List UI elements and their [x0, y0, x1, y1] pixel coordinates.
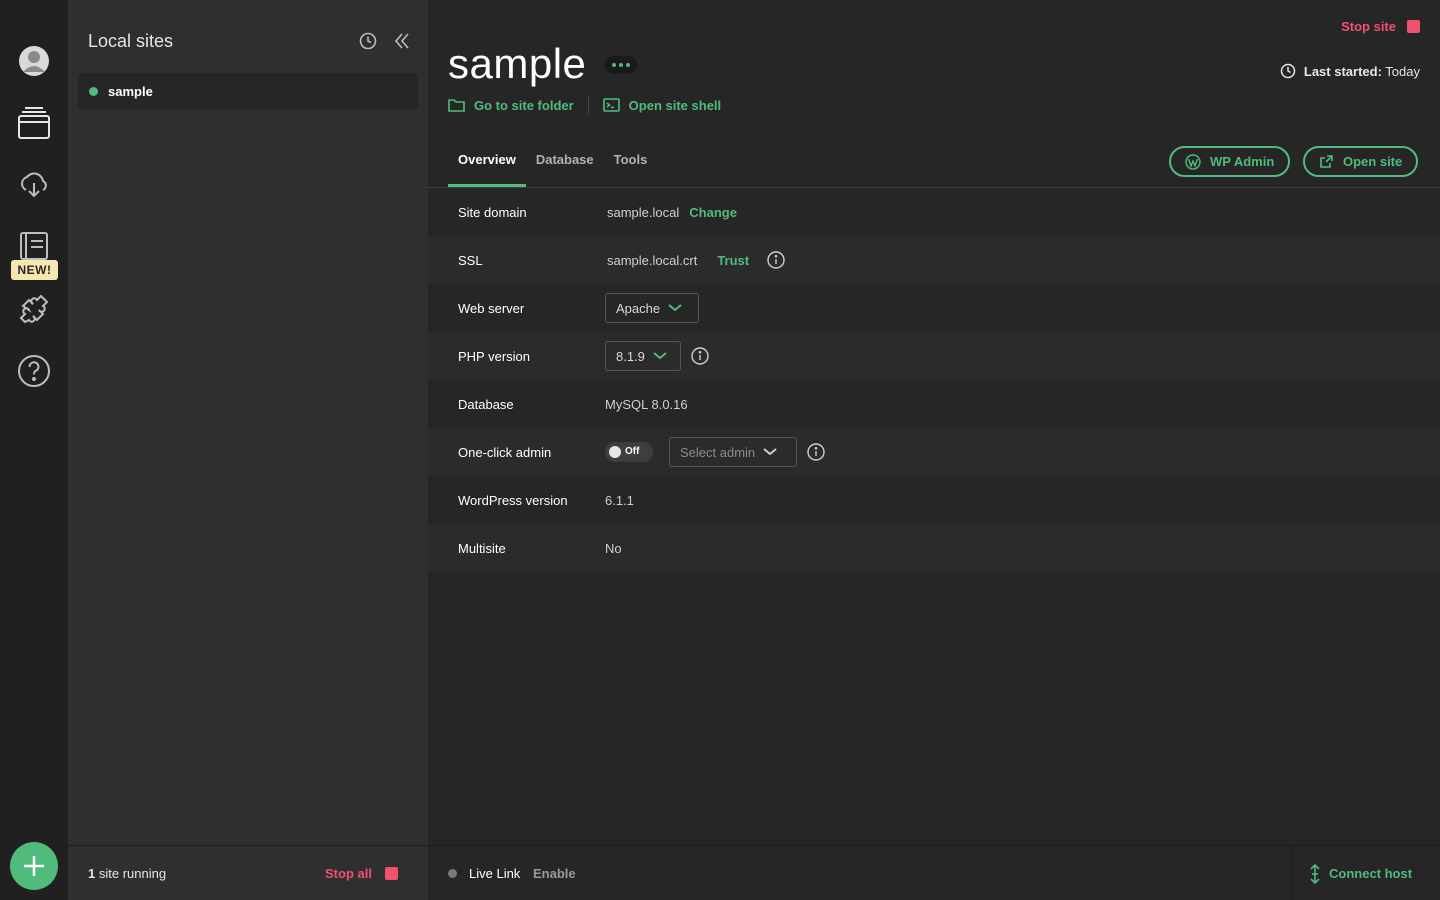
row-label: Web server — [458, 300, 525, 316]
clock-icon[interactable] — [359, 32, 377, 50]
sites-footer: 1 site running Stop all — [68, 845, 428, 900]
main-footer: Live Link Enable Connect host — [428, 845, 1440, 900]
wp-version-value: 6.1.1 — [605, 492, 634, 508]
terminal-icon — [602, 98, 620, 112]
main-panel: Stop site Last started: Today sample Go … — [428, 0, 1440, 900]
ssl-cert-value: sample.local.crt — [607, 252, 698, 268]
stop-square-icon[interactable] — [1407, 20, 1420, 33]
change-domain-button[interactable]: Change — [689, 205, 737, 220]
collapse-icon[interactable] — [393, 32, 411, 50]
tab-overview[interactable]: Overview — [448, 150, 526, 187]
more-options-button[interactable] — [605, 56, 637, 74]
row-label: WordPress version — [458, 492, 568, 508]
site-domain-value: sample.local — [607, 204, 680, 220]
row-value: Off Select admin — [605, 437, 825, 467]
puzzle-icon[interactable] — [17, 292, 51, 326]
plus-icon — [24, 856, 44, 876]
tab-bar: Overview Database Tools — [448, 150, 657, 187]
add-site-button[interactable] — [10, 842, 58, 890]
tab-tools[interactable]: Tools — [604, 150, 658, 187]
row-value: sample.local.crt Trust — [607, 251, 785, 269]
info-icon[interactable] — [691, 347, 709, 365]
row-database: Database MySQL 8.0.16 — [428, 380, 1440, 428]
row-label: Multisite — [458, 540, 506, 556]
sites-panel: Local sites sample 1 site running Stop a… — [68, 0, 428, 900]
site-title: sample — [448, 40, 587, 87]
site-status-dot — [89, 87, 98, 96]
live-link-status-dot — [448, 869, 457, 878]
wordpress-icon — [1185, 153, 1201, 170]
row-ssl: SSL sample.local.crt Trust — [428, 236, 1440, 284]
user-avatar-icon[interactable] — [17, 44, 51, 78]
site-overview-table: Site domain sample.local Change SSL samp… — [428, 188, 1440, 572]
row-value: MySQL 8.0.16 — [605, 397, 688, 412]
tab-database[interactable]: Database — [526, 150, 604, 187]
blueprint-icon[interactable] — [17, 229, 51, 263]
clock-icon — [1280, 63, 1296, 79]
row-php-version: PHP version 8.1.9 — [428, 332, 1440, 380]
new-badge: NEW! — [11, 260, 58, 280]
wp-admin-button[interactable]: WP Admin — [1169, 146, 1291, 177]
sites-icon[interactable] — [17, 106, 51, 140]
stop-site-button[interactable]: Stop site — [1341, 19, 1396, 34]
row-web-server: Web server Apache — [428, 284, 1440, 332]
row-value: 8.1.9 — [605, 341, 709, 371]
row-value: 6.1.1 — [605, 493, 634, 508]
chevron-down-icon — [763, 448, 777, 456]
info-icon[interactable] — [767, 251, 785, 269]
divider — [587, 95, 589, 115]
one-click-admin-toggle[interactable]: Off — [605, 442, 653, 462]
chevron-down-icon — [668, 304, 682, 312]
help-icon[interactable] — [17, 354, 51, 388]
cloud-download-icon[interactable] — [17, 168, 51, 202]
row-one-click-admin: One-click admin Off Select admin — [428, 428, 1440, 476]
folder-icon — [448, 99, 465, 112]
site-item-sample[interactable]: sample — [78, 73, 418, 109]
row-value: Apache — [605, 293, 699, 323]
sites-panel-title: Local sites — [88, 31, 174, 51]
info-icon[interactable] — [807, 443, 825, 461]
row-wordpress-version: WordPress version 6.1.1 — [428, 476, 1440, 524]
go-to-site-folder-link[interactable]: Go to site folder — [448, 98, 574, 113]
row-label: PHP version — [458, 348, 531, 364]
chevron-down-icon — [653, 352, 667, 360]
last-started: Last started: Today — [1280, 63, 1420, 79]
live-link-label: Live Link — [469, 866, 521, 881]
select-admin-dropdown[interactable]: Select admin — [669, 437, 797, 467]
open-site-shell-link[interactable]: Open site shell — [602, 98, 721, 113]
database-value: MySQL 8.0.16 — [605, 396, 688, 412]
connect-host-icon — [1310, 863, 1320, 884]
app-rail: NEW! — [0, 0, 68, 900]
stop-all-button[interactable]: Stop all — [325, 866, 372, 881]
row-site-domain: Site domain sample.local Change — [428, 188, 1440, 236]
trust-ssl-button[interactable]: Trust — [717, 253, 749, 268]
row-value: sample.local Change — [607, 205, 737, 220]
open-site-button[interactable]: Open site — [1303, 146, 1419, 177]
row-value: No — [605, 541, 622, 556]
web-server-select[interactable]: Apache — [605, 293, 699, 323]
row-label: Site domain — [458, 204, 527, 220]
multisite-value: No — [605, 540, 622, 556]
row-label: Database — [458, 396, 514, 412]
site-item-label: sample — [108, 84, 153, 99]
row-label: One-click admin — [458, 444, 552, 460]
row-label: SSL — [458, 252, 483, 268]
site-links: Go to site folder Open site shell — [448, 95, 721, 115]
php-version-select[interactable]: 8.1.9 — [605, 341, 681, 371]
connect-host-button[interactable]: Connect host — [1291, 846, 1440, 900]
stop-square-icon[interactable] — [385, 867, 398, 880]
row-multisite: Multisite No — [428, 524, 1440, 572]
live-link-enable-button[interactable]: Enable — [533, 866, 576, 881]
sites-running-count: 1 site running — [88, 866, 167, 881]
external-link-icon — [1320, 155, 1333, 168]
